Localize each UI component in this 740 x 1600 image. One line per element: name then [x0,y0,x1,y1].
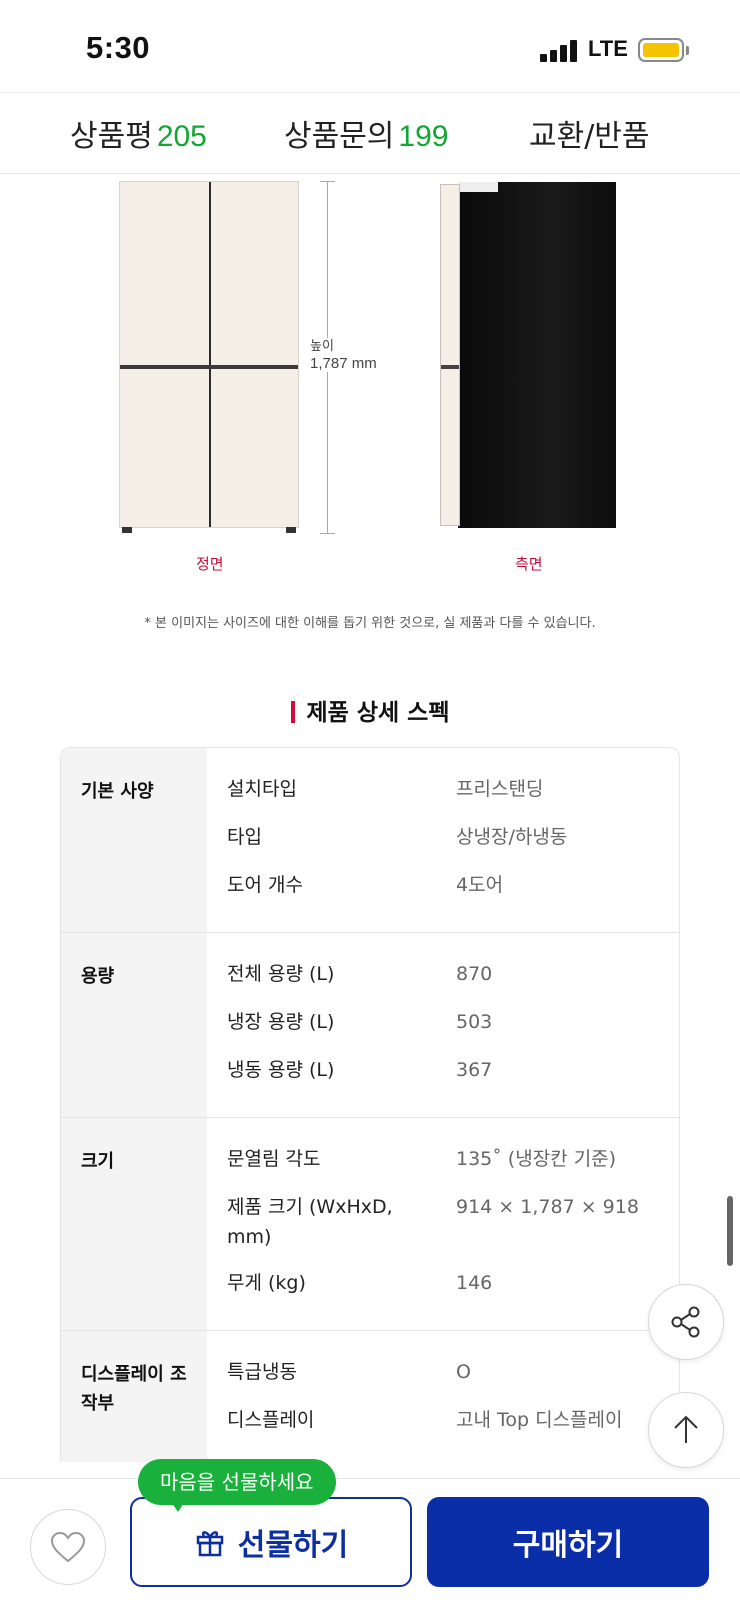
tab-returns[interactable]: 교환/반품 [529,111,650,155]
title-accent-bar [290,701,295,723]
buy-button-label: 구매하기 [512,1528,624,1563]
height-value: 1,787 mm [310,355,377,372]
spec-row-label: 문열림 각도 [227,1148,321,1170]
spec-row-label: 냉동 용량 (L) [227,1059,335,1081]
spec-row-label: 제품 크기 (WxHxD, mm) [227,1196,393,1249]
dimension-tick-top [320,181,335,182]
spec-row-value: 고내 Top 디스플레이 [456,1409,623,1431]
status-time: 5:30 [86,30,151,65]
tab-reviews-count: 205 [156,120,207,153]
tab-inquiries-count: 199 [398,120,449,153]
arrow-up-icon [674,1415,698,1443]
spec-row-value: 914 × 1,787 × 918 [456,1196,639,1218]
side-caption: 측면 [515,555,543,573]
spec-section-title: 제품 상세 스펙 [0,693,740,727]
fridge-front-image [119,181,299,533]
bottom-action-bar: 선물하기 구매하기 [0,1478,740,1600]
dimension-tick-bottom [320,533,335,534]
tab-reviews[interactable]: 상품평 205 [70,111,207,155]
scroll-top-button[interactable] [648,1392,724,1468]
spec-group-capacity: 용량 전체 용량 (L) 870 냉장 용량 (L) 503 냉동 용량 (L)… [61,933,679,1118]
spec-row-label: 도어 개수 [227,874,303,896]
spec-group-name: 기본 사양 [61,748,207,932]
gift-tooltip-tail [170,1500,186,1512]
tab-inquiries[interactable]: 상품문의 199 [284,111,448,155]
wishlist-button[interactable] [30,1509,106,1585]
spec-row-label: 설치타입 [227,778,297,800]
network-type: LTE [588,36,628,61]
signal-icon [540,38,580,62]
spec-title-text: 제품 상세 스펙 [306,700,450,726]
spec-table: 기본 사양 설치타입 프리스탠딩 타입 상냉장/하냉동 도어 개수 4도어 용량… [60,747,680,1462]
spec-row-value: 프리스탠딩 [456,778,544,800]
spec-row-value: O [456,1361,471,1383]
spec-group-name: 크기 [61,1118,207,1330]
spec-row-value: 135˚ (냉장칸 기준) [456,1148,617,1170]
spec-group-display: 디스플레이 조작부 특급냉동 O 디스플레이 고내 Top 디스플레이 [61,1331,679,1462]
spec-group-size: 크기 문열림 각도 135˚ (냉장칸 기준) 제품 크기 (WxHxD, mm… [61,1118,679,1331]
spec-row-value: 503 [456,1011,493,1033]
battery-cap [686,46,689,55]
scrollbar[interactable] [727,1196,733,1266]
spec-row-label: 무게 (kg) [227,1272,306,1294]
front-caption: 정면 [196,555,224,573]
gift-button-label: 선물하기 [237,1528,349,1563]
spec-row-value: 367 [456,1059,493,1081]
status-bar: 5:30 LTE [0,0,740,92]
product-tabs: 상품평 205 상품문의 199 교환/반품 [0,92,740,174]
spec-group-name: 용량 [61,933,207,1117]
tab-reviews-label: 상품평 [70,119,153,154]
tab-inquiries-label: 상품문의 [284,119,395,154]
spec-row-value: 상냉장/하냉동 [456,826,568,848]
spec-row-value: 870 [456,963,493,985]
gift-tooltip: 마음을 선물하세요 [138,1459,336,1505]
heart-icon [50,1531,86,1563]
spec-row-label: 특급냉동 [227,1361,297,1383]
image-disclaimer: * 본 이미지는 사이즈에 대한 이해를 돕기 위한 것으로, 실 제품과 다를… [144,616,596,631]
tab-returns-label: 교환/반품 [529,119,650,154]
spec-row-value: 4도어 [456,874,504,896]
spec-row-label: 냉장 용량 (L) [227,1011,335,1033]
share-icon [671,1306,700,1338]
spec-row-label: 디스플레이 [227,1409,315,1431]
gift-icon [196,1531,224,1557]
share-button[interactable] [648,1284,724,1360]
spec-group-name: 디스플레이 조작부 [61,1331,207,1462]
spec-group-basic: 기본 사양 설치타입 프리스탠딩 타입 상냉장/하냉동 도어 개수 4도어 [61,748,679,933]
fridge-side-image [440,182,616,528]
spec-row-label: 타입 [227,826,262,848]
battery-icon [638,38,684,62]
buy-button[interactable]: 구매하기 [427,1497,709,1587]
spec-row-label: 전체 용량 (L) [227,963,335,985]
height-label: 높이 [310,338,334,357]
spec-row-value: 146 [456,1272,493,1294]
